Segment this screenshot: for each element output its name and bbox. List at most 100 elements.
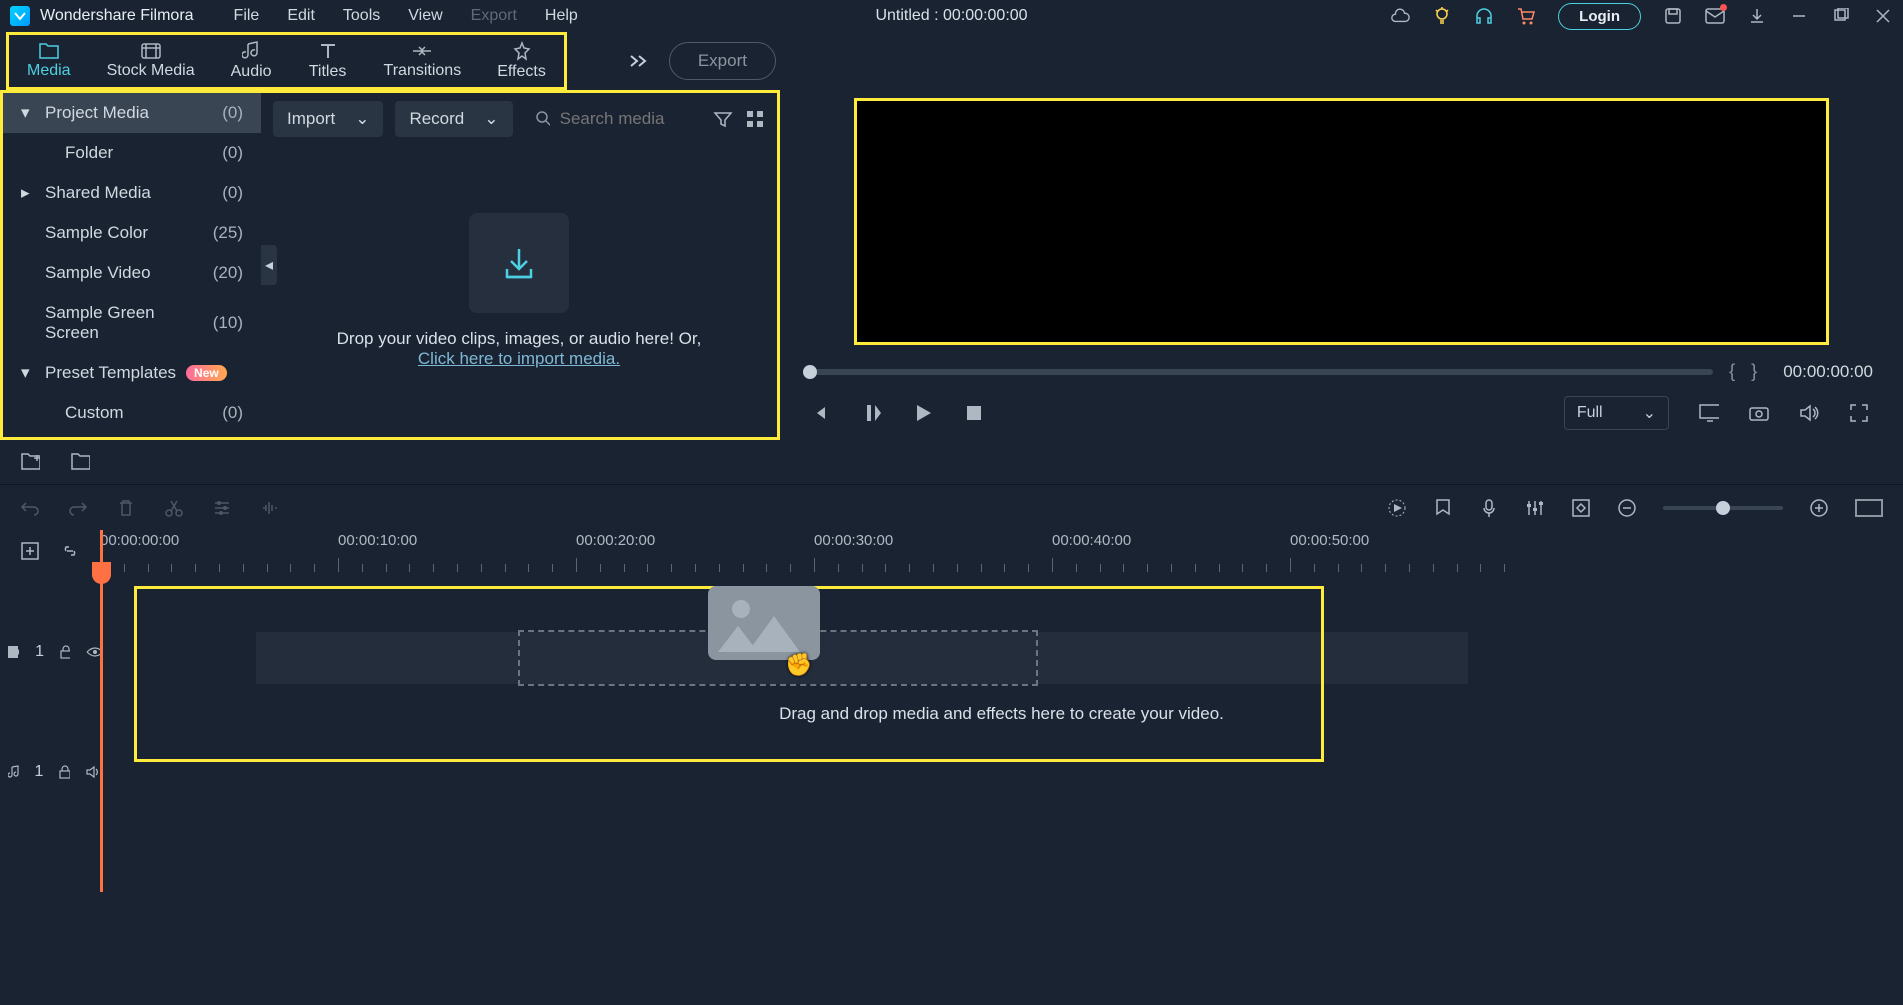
tab-audio-label: Audio bbox=[231, 63, 272, 81]
play-pause-icon[interactable] bbox=[864, 403, 884, 423]
tracks-body[interactable]: ✊ Drag and drop media and effects here t… bbox=[100, 572, 1903, 852]
menu-help[interactable]: Help bbox=[545, 7, 578, 25]
sidebar-item-label: Preset Templates bbox=[45, 363, 176, 383]
snapshot-icon[interactable] bbox=[1749, 403, 1769, 423]
mark-in-icon[interactable]: { bbox=[1729, 361, 1735, 382]
sidebar-item-count: (0) bbox=[222, 403, 243, 423]
tab-audio[interactable]: Audio bbox=[213, 35, 290, 87]
cloud-icon[interactable] bbox=[1390, 6, 1410, 26]
ruler-label: 00:00:00:00 bbox=[100, 532, 179, 549]
tab-media[interactable]: Media bbox=[9, 35, 89, 87]
marker-icon[interactable] bbox=[1433, 498, 1453, 518]
new-badge: New bbox=[186, 365, 227, 381]
tracks-gutter: 1 1 bbox=[0, 572, 100, 852]
sidebar-item-folder[interactable]: Folder (0) bbox=[3, 133, 261, 173]
undo-icon[interactable] bbox=[20, 498, 40, 518]
tab-effects[interactable]: Effects bbox=[479, 35, 564, 87]
record-dropdown[interactable]: Record ⌄ bbox=[395, 101, 512, 137]
sidebar-item-label: Sample Video bbox=[45, 263, 151, 283]
close-icon[interactable] bbox=[1873, 6, 1893, 26]
speaker-icon[interactable] bbox=[86, 765, 100, 779]
video-track-header[interactable]: 1 bbox=[0, 643, 100, 661]
headset-icon[interactable] bbox=[1474, 6, 1494, 26]
audio-mixer-icon[interactable] bbox=[1525, 498, 1545, 518]
stop-icon[interactable] bbox=[964, 403, 984, 423]
preview-screen[interactable] bbox=[854, 98, 1829, 345]
split-icon[interactable] bbox=[164, 498, 184, 518]
scrubber-thumb[interactable] bbox=[803, 365, 817, 379]
voiceover-icon[interactable] bbox=[1479, 498, 1499, 518]
minimize-icon[interactable] bbox=[1789, 6, 1809, 26]
tab-stock-media[interactable]: Stock Media bbox=[89, 35, 213, 87]
keyframe-icon[interactable] bbox=[1571, 498, 1591, 518]
sidebar-item-sample-video[interactable]: Sample Video (20) bbox=[3, 253, 261, 293]
folder-icon[interactable] bbox=[70, 452, 90, 472]
workspace-tabs-row: Media Stock Media Audio Titles Transitio… bbox=[0, 32, 1903, 90]
login-button[interactable]: Login bbox=[1558, 3, 1641, 30]
lightbulb-icon[interactable] bbox=[1432, 6, 1452, 26]
zoom-slider[interactable] bbox=[1663, 506, 1783, 510]
render-icon[interactable] bbox=[1387, 498, 1407, 518]
play-icon[interactable] bbox=[914, 403, 934, 423]
save-icon[interactable] bbox=[1663, 6, 1683, 26]
tab-titles[interactable]: Titles bbox=[290, 35, 366, 87]
search-input[interactable] bbox=[560, 109, 691, 129]
cart-icon[interactable] bbox=[1516, 6, 1536, 26]
media-sidebar: ▾ Project Media (0) Folder (0) ▸ Shared … bbox=[3, 93, 261, 437]
sidebar-item-preset-templates[interactable]: ▾ Preset Templates New bbox=[3, 353, 261, 393]
adjust-icon[interactable] bbox=[212, 498, 232, 518]
quality-label: Full bbox=[1577, 404, 1603, 422]
mark-out-icon[interactable]: } bbox=[1751, 361, 1757, 382]
tab-media-label: Media bbox=[27, 62, 71, 80]
cursor-grab-icon: ✊ bbox=[785, 652, 812, 678]
maximize-icon[interactable] bbox=[1831, 6, 1851, 26]
mail-icon[interactable] bbox=[1705, 6, 1725, 26]
import-dropdown[interactable]: Import ⌄ bbox=[273, 101, 383, 137]
zoom-out-icon[interactable] bbox=[1617, 498, 1637, 518]
new-folder-icon[interactable] bbox=[20, 452, 40, 472]
delete-icon[interactable] bbox=[116, 498, 136, 518]
ruler-label: 00:00:50:00 bbox=[1290, 532, 1369, 549]
menu-edit[interactable]: Edit bbox=[287, 7, 315, 25]
menu-file[interactable]: File bbox=[234, 7, 260, 25]
volume-icon[interactable] bbox=[1799, 403, 1819, 423]
redo-icon[interactable] bbox=[68, 498, 88, 518]
preview-scrubber[interactable] bbox=[810, 369, 1713, 375]
link-icon[interactable] bbox=[60, 541, 80, 561]
eye-icon[interactable] bbox=[86, 646, 100, 658]
grid-view-icon[interactable] bbox=[745, 109, 765, 129]
timeline-toolbar bbox=[0, 484, 1903, 530]
menu-tools[interactable]: Tools bbox=[343, 7, 380, 25]
sidebar-item-sample-green-screen[interactable]: Sample Green Screen (10) bbox=[3, 293, 261, 353]
search-media[interactable] bbox=[525, 101, 702, 137]
lock-icon[interactable] bbox=[60, 645, 70, 659]
zoom-in-icon[interactable] bbox=[1809, 498, 1829, 518]
step-back-icon[interactable] bbox=[814, 403, 834, 423]
sidebar-item-project-media[interactable]: ▾ Project Media (0) bbox=[3, 93, 261, 133]
media-drop-zone[interactable]: Drop your video clips, images, or audio … bbox=[261, 145, 777, 437]
audio-track-header[interactable]: 1 bbox=[0, 763, 100, 781]
tab-transitions[interactable]: Transitions bbox=[366, 35, 480, 87]
filter-icon[interactable] bbox=[713, 109, 733, 129]
display-icon[interactable] bbox=[1699, 403, 1719, 423]
lock-icon[interactable] bbox=[59, 765, 70, 779]
download-icon[interactable] bbox=[1747, 6, 1767, 26]
more-tabs-icon[interactable] bbox=[627, 51, 647, 71]
export-button[interactable]: Export bbox=[669, 42, 776, 80]
track-manager-icon[interactable] bbox=[20, 541, 40, 561]
menu-view[interactable]: View bbox=[408, 7, 442, 25]
audio-track-num: 1 bbox=[35, 763, 44, 781]
collapse-sidebar-icon[interactable]: ◂ bbox=[261, 245, 277, 285]
import-link[interactable]: Click here to import media. bbox=[418, 349, 620, 368]
tab-titles-label: Titles bbox=[309, 63, 347, 81]
zoom-thumb[interactable] bbox=[1716, 501, 1730, 515]
preview-quality-select[interactable]: Full ⌄ bbox=[1564, 396, 1669, 430]
sidebar-item-sample-color[interactable]: Sample Color (25) bbox=[3, 213, 261, 253]
timeline-ruler[interactable]: 00:00:00:0000:00:10:0000:00:20:0000:00:3… bbox=[100, 530, 1903, 572]
sidebar-item-shared-media[interactable]: ▸ Shared Media (0) bbox=[3, 173, 261, 213]
sidebar-item-custom[interactable]: Custom (0) bbox=[3, 393, 261, 433]
audio-edit-icon[interactable] bbox=[260, 498, 280, 518]
fullscreen-icon[interactable] bbox=[1849, 403, 1869, 423]
zoom-fit-icon[interactable] bbox=[1855, 499, 1883, 517]
record-label: Record bbox=[409, 109, 464, 129]
